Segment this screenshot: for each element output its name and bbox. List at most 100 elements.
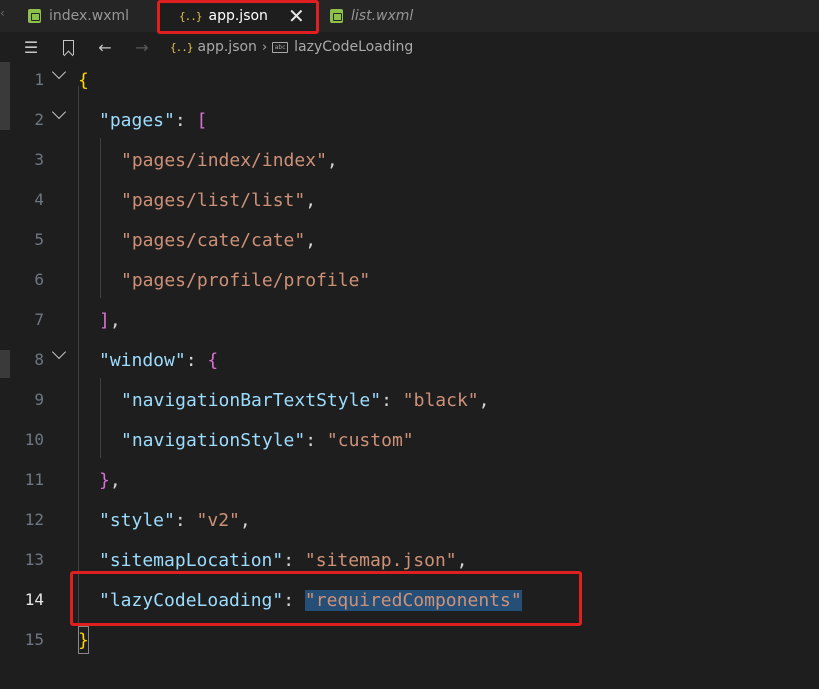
code-line-current: 14 "lazyCodeLoading": "requiredComponent…: [0, 582, 819, 622]
bookmark-icon[interactable]: [59, 38, 77, 56]
back-arrow-icon[interactable]: ←: [96, 38, 114, 57]
punctuation: ,: [326, 150, 338, 171]
punctuation: ,: [478, 390, 490, 411]
punctuation: :: [381, 390, 403, 411]
fold-chevron-icon[interactable]: [51, 344, 67, 360]
code-line: 11 },: [0, 462, 819, 502]
bracket: {: [78, 70, 89, 91]
json-key: "navigationStyle": [121, 430, 306, 451]
line-number: 14: [24, 590, 44, 609]
chevron-right-icon: ›: [261, 39, 268, 55]
code-text: "style": "v2",: [99, 509, 251, 533]
line-number: 5: [34, 230, 44, 249]
code-line: 9 "navigationBarTextStyle": "black",: [0, 382, 819, 422]
punctuation: :: [174, 510, 197, 531]
code-text: "lazyCodeLoading": "requiredComponents": [99, 589, 522, 613]
json-string: "sitemap.json": [304, 550, 457, 571]
line-number: 15: [24, 630, 44, 649]
code-text: {: [78, 69, 89, 93]
code-line: 10 "navigationStyle": "custom": [0, 422, 819, 462]
line-number: 9: [34, 390, 44, 409]
json-key: "sitemapLocation": [99, 550, 284, 571]
line-number: 13: [24, 550, 44, 569]
close-tab-icon[interactable]: ✕: [288, 6, 305, 26]
tab-list-wxml[interactable]: list.wxml: [319, 0, 444, 32]
line-number: 7: [34, 310, 44, 329]
bracket: ]: [99, 310, 110, 331]
json-string: "pages/index/index": [121, 150, 327, 171]
tab-app-json[interactable]: {..} app.json ✕: [157, 0, 319, 32]
json-key: "pages": [99, 110, 175, 131]
punctuation: :: [283, 550, 305, 571]
json-string: "v2": [196, 510, 240, 531]
json-braces-icon: {..}: [179, 9, 202, 23]
bracket: {: [207, 350, 219, 371]
tab-label: app.json: [208, 8, 268, 24]
code-text: "navigationStyle": "custom": [121, 429, 414, 453]
code-line: 12 "style": "v2",: [0, 502, 819, 542]
punctuation: ,: [109, 310, 121, 331]
code-editor[interactable]: 1 { 2 "pages": [ 3 "pages/index/index", …: [0, 62, 819, 689]
punctuation: :: [174, 110, 197, 131]
json-string: "pages/list/list": [121, 190, 306, 211]
punctuation: ,: [456, 550, 468, 571]
bracket: }: [99, 470, 110, 491]
code-line: 2 "pages": [: [0, 102, 819, 142]
line-number: 8: [34, 350, 44, 369]
code-line: 5 "pages/cate/cate",: [0, 222, 819, 262]
json-braces-icon: {..}: [170, 40, 193, 54]
tab-index-wxml[interactable]: index.wxml: [0, 0, 157, 32]
code-text: },: [99, 469, 121, 493]
line-number: 10: [24, 430, 44, 449]
fold-chevron-icon[interactable]: [51, 104, 67, 120]
code-line: 8 "window": {: [0, 342, 819, 382]
punctuation: :: [185, 350, 208, 371]
breadcrumb-file[interactable]: app.json: [198, 39, 257, 55]
json-string: "pages/profile/profile": [121, 270, 371, 291]
code-line: 7 ],: [0, 302, 819, 342]
code-text: "window": {: [99, 349, 218, 373]
forward-arrow-icon[interactable]: →: [133, 38, 151, 57]
property-icon: abc: [272, 41, 289, 53]
line-number: 11: [24, 470, 44, 489]
tab-label: index.wxml: [49, 8, 130, 24]
breadcrumb: {..} app.json › abc lazyCodeLoading: [170, 37, 413, 57]
punctuation: ,: [109, 470, 121, 491]
line-number: 1: [34, 70, 44, 89]
punctuation: ,: [239, 510, 251, 531]
json-key: "lazyCodeLoading": [99, 590, 284, 611]
code-line: 4 "pages/list/list",: [0, 182, 819, 222]
editor-tab-bar: ‹ index.wxml {..} app.json ✕ list.wxml: [0, 0, 819, 32]
breadcrumb-bar: ☰ ← → {..} app.json › abc lazyCodeLoadin…: [0, 32, 819, 62]
bracket: [: [196, 110, 208, 131]
punctuation: :: [305, 430, 327, 451]
bracket-match-highlight: [78, 626, 89, 654]
fold-chevron-icon[interactable]: [51, 64, 67, 80]
code-text: "pages/index/index",: [121, 149, 338, 173]
code-text: ],: [99, 309, 121, 333]
json-key: "navigationBarTextStyle": [121, 390, 382, 411]
code-line: 6 "pages/profile/profile": [0, 262, 819, 302]
line-number: 4: [34, 190, 44, 209]
code-text: "sitemapLocation": "sitemap.json",: [99, 549, 467, 573]
line-number: 6: [34, 270, 44, 289]
code-text: "navigationBarTextStyle": "black",: [121, 389, 489, 413]
code-line: 15 }: [0, 622, 819, 662]
punctuation: ,: [305, 230, 317, 251]
code-text: "pages/profile/profile": [121, 269, 370, 293]
json-key: "window": [99, 350, 186, 371]
wxml-file-icon: [28, 9, 41, 23]
json-string: "custom": [326, 430, 414, 451]
punctuation: :: [283, 590, 305, 611]
code-line: 13 "sitemapLocation": "sitemap.json",: [0, 542, 819, 582]
punctuation: ,: [305, 190, 317, 211]
line-number: 3: [34, 150, 44, 169]
code-text: "pages/list/list",: [121, 189, 316, 213]
json-string-selected[interactable]: "requiredComponents": [304, 590, 522, 611]
wxml-file-icon: [330, 9, 343, 23]
code-text: "pages": [: [99, 109, 207, 133]
breadcrumb-property[interactable]: lazyCodeLoading: [294, 39, 413, 55]
json-string: "black": [402, 390, 479, 411]
list-icon[interactable]: ☰: [22, 38, 40, 57]
line-number: 12: [24, 510, 44, 529]
